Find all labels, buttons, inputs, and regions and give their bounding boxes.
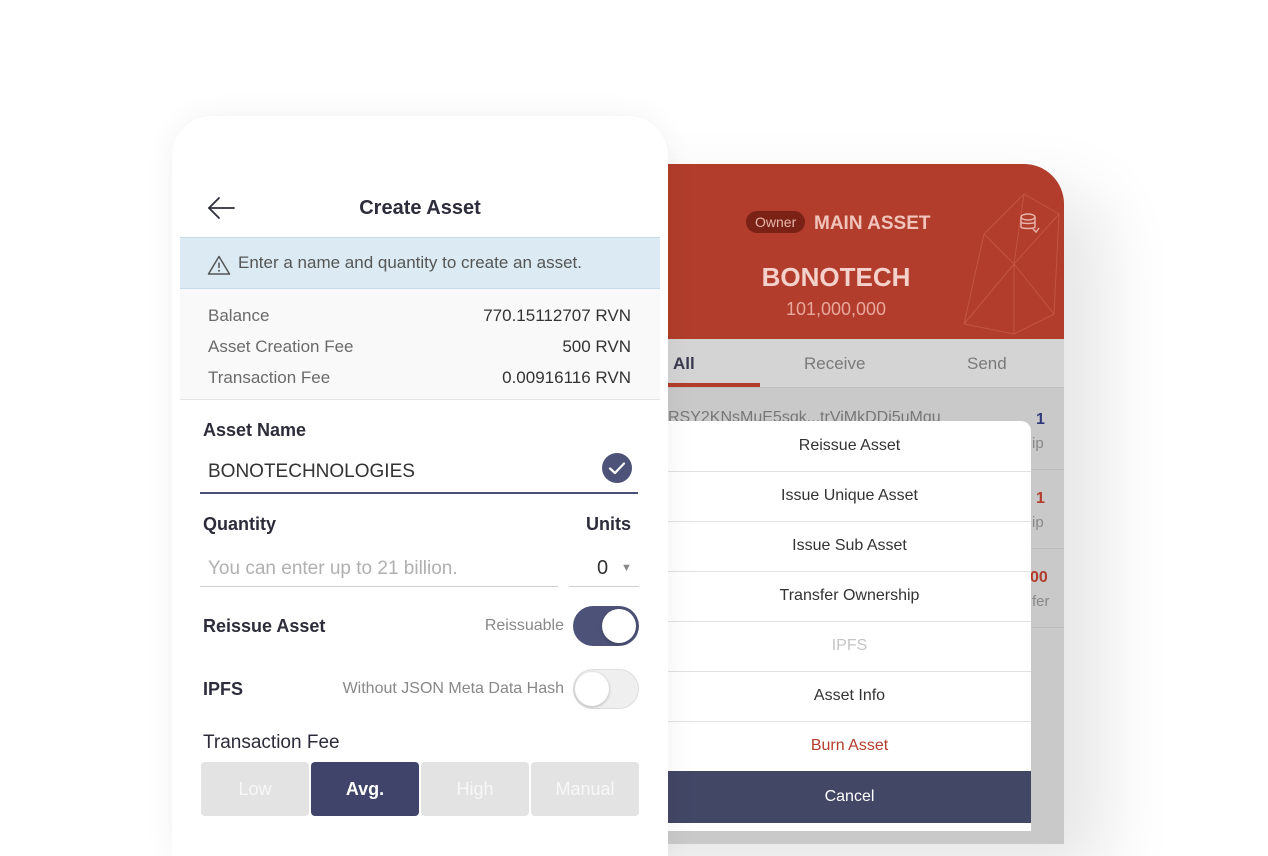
owner-badge: Owner — [746, 211, 806, 233]
main-asset-label: MAIN ASSET — [814, 213, 931, 234]
creation-fee-value: 500 RVN — [562, 337, 631, 356]
balance-label: Balance — [208, 306, 270, 325]
ipfs-hint: Without JSON Meta Data Hash — [342, 680, 564, 697]
check-circle-icon — [602, 453, 632, 483]
caret-down-icon: ▼ — [621, 562, 632, 574]
asset-name-underline — [200, 492, 638, 494]
database-icon[interactable] — [1018, 212, 1040, 234]
fee-manual-button[interactable]: Manual — [531, 762, 639, 816]
tab-all[interactable]: All — [673, 354, 695, 374]
asset-info-option[interactable]: Asset Info — [668, 671, 1031, 722]
transaction-fee-value: 0.00916116 RVN — [502, 368, 631, 387]
transaction-fee-label: Transaction Fee — [208, 368, 331, 387]
transaction-value: 1 — [1036, 490, 1045, 507]
units-label: Units — [586, 514, 631, 534]
transaction-type: fer — [1032, 593, 1050, 610]
transaction-value: 00 — [1030, 569, 1048, 586]
info-banner: Enter a name and quantity to create an a… — [180, 237, 660, 289]
tab-send[interactable]: Send — [967, 354, 1007, 374]
info-message: Enter a name and quantity to create an a… — [238, 253, 582, 272]
create-asset-screen: Create Asset Enter a name and quantity t… — [172, 116, 668, 856]
burn-asset-option[interactable]: Burn Asset — [668, 721, 1031, 771]
transaction-type: ip — [1032, 435, 1044, 452]
ipfs-label: IPFS — [203, 679, 244, 699]
active-tab-indicator — [668, 383, 760, 387]
fee-high-button[interactable]: High — [421, 762, 529, 816]
tx-fee-section-label: Transaction Fee — [203, 732, 340, 753]
row-divider — [1030, 469, 1064, 470]
tab-receive[interactable]: Receive — [804, 354, 865, 374]
units-value: 0 — [597, 557, 609, 579]
transfer-ownership-option[interactable]: Transfer Ownership — [668, 571, 1031, 622]
reissue-asset-option[interactable]: Reissue Asset — [668, 421, 1031, 472]
toggle-knob — [602, 609, 636, 643]
quantity-label: Quantity — [203, 514, 277, 534]
reissue-hint: Reissuable — [484, 617, 564, 634]
issue-sub-asset-option[interactable]: Issue Sub Asset — [668, 521, 1031, 572]
units-select[interactable]: 0 ▼ — [569, 552, 639, 587]
toggle-knob — [575, 672, 609, 706]
asset-name-input[interactable]: BONOTECHNOLOGIES — [208, 461, 415, 483]
transaction-type: ip — [1032, 514, 1044, 531]
reissue-asset-label: Reissue Asset — [203, 616, 326, 636]
reissue-toggle[interactable] — [573, 606, 639, 646]
page-title: Create Asset — [359, 197, 481, 219]
row-divider — [1030, 548, 1064, 549]
fee-avg-button[interactable]: Avg. — [311, 762, 419, 816]
cancel-button[interactable]: Cancel — [668, 771, 1031, 823]
asset-name-label: Asset Name — [203, 420, 307, 440]
fee-summary: Balance 770.15112707 RVN Asset Creation … — [180, 289, 660, 400]
quantity-input[interactable] — [200, 552, 558, 587]
asset-action-sheet: Reissue Asset Issue Unique Asset Issue S… — [668, 421, 1031, 831]
warning-icon — [207, 255, 231, 275]
row-divider — [1030, 627, 1064, 628]
creation-fee-label: Asset Creation Fee — [208, 337, 354, 356]
issue-unique-asset-option[interactable]: Issue Unique Asset — [668, 471, 1031, 522]
fee-low-button[interactable]: Low — [201, 762, 309, 816]
balance-value: 770.15112707 RVN — [483, 306, 631, 325]
ipfs-option-disabled: IPFS — [668, 621, 1031, 672]
transaction-value: 1 — [1036, 411, 1045, 428]
ipfs-toggle[interactable] — [573, 669, 639, 709]
